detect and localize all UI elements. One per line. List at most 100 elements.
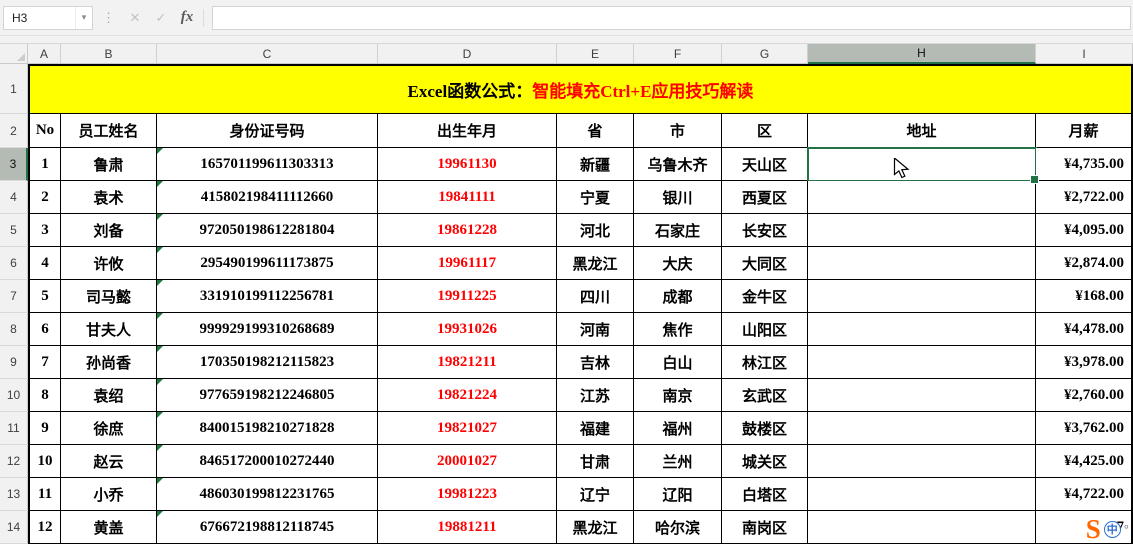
cell-A10[interactable]: 8 (28, 379, 61, 412)
column-header-D[interactable]: D (378, 44, 557, 64)
cell-B11[interactable]: 徐庶 (61, 412, 157, 445)
cell-C14[interactable]: 676672198812118745 (157, 511, 378, 544)
cell-G8[interactable]: 山阳区 (722, 313, 808, 346)
cell-B10[interactable]: 袁绍 (61, 379, 157, 412)
cell-A5[interactable]: 3 (28, 214, 61, 247)
cell-C2[interactable]: 身份证号码 (157, 114, 378, 148)
cell-I6[interactable]: ¥2,874.00 (1036, 247, 1133, 280)
cell-G7[interactable]: 金牛区 (722, 280, 808, 313)
cell-A3[interactable]: 1 (28, 148, 61, 181)
cell-A9[interactable]: 7 (28, 346, 61, 379)
cell-I2[interactable]: 月薪 (1036, 114, 1133, 148)
row-header-13[interactable]: 13 (0, 478, 28, 511)
cell-E7[interactable]: 四川 (557, 280, 634, 313)
cell-C11[interactable]: 840015198210271828 (157, 412, 378, 445)
cell-F14[interactable]: 哈尔滨 (634, 511, 722, 544)
cell-E3[interactable]: 新疆 (557, 148, 634, 181)
cell-I12[interactable]: ¥4,425.00 (1036, 445, 1133, 478)
cell-C12[interactable]: 846517200010272440 (157, 445, 378, 478)
column-header-H[interactable]: H (808, 44, 1036, 64)
cell-I5[interactable]: ¥4,095.00 (1036, 214, 1133, 247)
cell-E8[interactable]: 河南 (557, 313, 634, 346)
cell-G12[interactable]: 城关区 (722, 445, 808, 478)
cell-D10[interactable]: 19821224 (378, 379, 557, 412)
cell-G6[interactable]: 大同区 (722, 247, 808, 280)
column-header-I[interactable]: I (1036, 44, 1133, 64)
cell-D6[interactable]: 19961117 (378, 247, 557, 280)
cell-D7[interactable]: 19911225 (378, 280, 557, 313)
cell-A2[interactable]: No (28, 114, 61, 148)
cell-H14[interactable] (808, 511, 1036, 544)
row-header-7[interactable]: 7 (0, 280, 28, 313)
cell-A8[interactable]: 6 (28, 313, 61, 346)
column-header-E[interactable]: E (557, 44, 634, 64)
row-header-10[interactable]: 10 (0, 379, 28, 412)
cell-G4[interactable]: 西夏区 (722, 181, 808, 214)
name-box-dropdown-icon[interactable]: ▾ (75, 6, 92, 29)
cell-A13[interactable]: 11 (28, 478, 61, 511)
cell-D2[interactable]: 出生年月 (378, 114, 557, 148)
cell-G5[interactable]: 长安区 (722, 214, 808, 247)
cell-I7[interactable]: ¥168.00 (1036, 280, 1133, 313)
ime-indicator[interactable]: S 中 ° (1086, 516, 1129, 543)
cell-H7[interactable] (808, 280, 1036, 313)
cell-H2[interactable]: 地址 (808, 114, 1036, 148)
cell-D13[interactable]: 19981223 (378, 478, 557, 511)
cell-D8[interactable]: 19931026 (378, 313, 557, 346)
cell-B7[interactable]: 司马懿 (61, 280, 157, 313)
cell-H10[interactable] (808, 379, 1036, 412)
cell-G13[interactable]: 白塔区 (722, 478, 808, 511)
cancel-button[interactable]: ✕ (122, 6, 148, 30)
cell-H3[interactable] (807, 147, 1039, 184)
cell-C6[interactable]: 295490199611173875 (157, 247, 378, 280)
cell-B6[interactable]: 许攸 (61, 247, 157, 280)
cell-C8[interactable]: 999929199310268689 (157, 313, 378, 346)
cell-E14[interactable]: 黑龙江 (557, 511, 634, 544)
cell-D11[interactable]: 19821027 (378, 412, 557, 445)
cell-D5[interactable]: 19861228 (378, 214, 557, 247)
cell-B12[interactable]: 赵云 (61, 445, 157, 478)
cell-F2[interactable]: 市 (634, 114, 722, 148)
cell-D4[interactable]: 19841111 (378, 181, 557, 214)
cell-I3[interactable]: ¥4,735.00 (1036, 148, 1133, 181)
cell-E5[interactable]: 河北 (557, 214, 634, 247)
cell-B5[interactable]: 刘备 (61, 214, 157, 247)
cell-B8[interactable]: 甘夫人 (61, 313, 157, 346)
cell-D14[interactable]: 19881211 (378, 511, 557, 544)
cell-C9[interactable]: 170350198212115823 (157, 346, 378, 379)
cell-H9[interactable] (808, 346, 1036, 379)
cell-G14[interactable]: 南岗区 (722, 511, 808, 544)
cell-G10[interactable]: 玄武区 (722, 379, 808, 412)
formula-input[interactable] (212, 5, 1131, 30)
row-header-4[interactable]: 4 (0, 181, 28, 214)
cell-F5[interactable]: 石家庄 (634, 214, 722, 247)
enter-button[interactable]: ✓ (148, 6, 174, 30)
cell-D3[interactable]: 19961130 (378, 148, 557, 181)
cell-A11[interactable]: 9 (28, 412, 61, 445)
cell-E10[interactable]: 江苏 (557, 379, 634, 412)
cell-D9[interactable]: 19821211 (378, 346, 557, 379)
cell-G2[interactable]: 区 (722, 114, 808, 148)
cell-I9[interactable]: ¥3,978.00 (1036, 346, 1133, 379)
cell-H11[interactable] (808, 412, 1036, 445)
row-header-1[interactable]: 1 (0, 64, 28, 114)
cell-D12[interactable]: 20001027 (378, 445, 557, 478)
cell-B2[interactable]: 员工姓名 (61, 114, 157, 148)
cell-F11[interactable]: 福州 (634, 412, 722, 445)
ime-fullwidth-icon[interactable]: ° (1124, 522, 1129, 537)
cell-G9[interactable]: 林江区 (722, 346, 808, 379)
cell-B3[interactable]: 鲁肃 (61, 148, 157, 181)
row-header-5[interactable]: 5 (0, 214, 28, 247)
cell-F6[interactable]: 大庆 (634, 247, 722, 280)
cell-E9[interactable]: 吉林 (557, 346, 634, 379)
cell-I13[interactable]: ¥4,722.00 (1036, 478, 1133, 511)
cell-A12[interactable]: 10 (28, 445, 61, 478)
insert-function-button[interactable]: fx (174, 6, 200, 30)
cell-E13[interactable]: 辽宁 (557, 478, 634, 511)
cell-G11[interactable]: 鼓楼区 (722, 412, 808, 445)
ime-chinese-mode-icon[interactable]: 中 (1103, 520, 1121, 538)
column-header-B[interactable]: B (61, 44, 157, 64)
cell-C10[interactable]: 977659198212246805 (157, 379, 378, 412)
cell-E6[interactable]: 黑龙江 (557, 247, 634, 280)
cell-C4[interactable]: 415802198411112660 (157, 181, 378, 214)
